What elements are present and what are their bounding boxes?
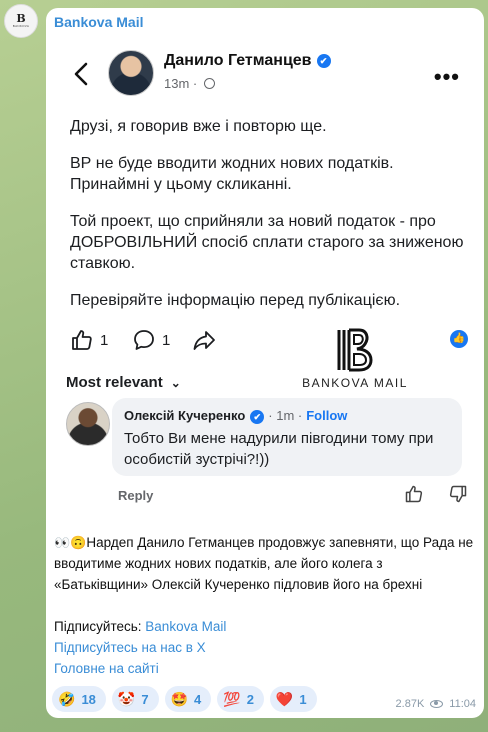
reaction-count: 18 [81, 691, 96, 707]
reaction-chip-heart[interactable]: ❤️ 1 [269, 686, 317, 712]
post-paragraph: Той проект, що сприйняли за новий подато… [70, 213, 464, 272]
bankova-logo-icon [300, 328, 410, 372]
like-action: 1 [70, 328, 108, 352]
eye-icon [430, 700, 444, 708]
channel-avatar-text: BANKOVA [12, 24, 30, 28]
like-reaction-badge-icon: 👍 [450, 330, 468, 348]
bankova-mail-watermark: BANKOVA MAIL [300, 328, 410, 390]
message-meta: 2.87K 11:04 [396, 698, 476, 710]
star-struck-emoji-icon: 🤩 [170, 690, 189, 707]
globe-icon [203, 78, 215, 89]
comment-header: Олексій Кучеренко ✔ · 1m · Follow [124, 408, 347, 424]
x-subscribe-link[interactable]: Підписуйтесь на нас в Х [54, 637, 226, 658]
verified-badge-icon: ✔ [250, 409, 265, 424]
reaction-chip-rofl[interactable]: 🤣 18 [52, 686, 106, 712]
reaction-count: 4 [194, 691, 202, 707]
back-arrow-icon [74, 62, 88, 86]
post-reactions-bar: 1 1 👍 [70, 326, 470, 356]
message-links: Підписуйтесь: Bankova Mail Підписуйтесь … [54, 616, 226, 679]
sort-label-text: Most relevant [66, 374, 163, 391]
post-meta: 13m · [164, 76, 215, 91]
comment-thumbs-down-icon [449, 485, 467, 503]
subscribe-prefix: Підписуйтесь: [54, 619, 146, 634]
follow-link: Follow [306, 408, 348, 423]
reaction-count: 7 [141, 691, 149, 707]
subscribe-line: Підписуйтесь: Bankova Mail [54, 616, 226, 637]
message-time: 11:04 [449, 698, 476, 710]
hundred-emoji-icon: 💯 [223, 690, 241, 707]
comment-count: 1 [162, 331, 171, 349]
reaction-chip-star-struck[interactable]: 🤩 4 [164, 686, 212, 712]
share-action [192, 328, 216, 352]
channel-avatar-mark: B [16, 12, 26, 25]
post-paragraph: Друзі, я говорив вже і повторю ще. [70, 118, 327, 135]
reaction-chip-clown[interactable]: 🤡 7 [111, 686, 159, 712]
post-paragraph: ВР не буде вводити жодних нових податків… [70, 155, 394, 193]
reply-label: Reply [118, 488, 154, 503]
channel-name[interactable]: Bankova Mail [54, 14, 143, 30]
site-link[interactable]: Головне на сайті [54, 658, 226, 679]
reaction-count: 1 [299, 691, 307, 707]
view-count: 2.87K [395, 698, 425, 710]
comment-time: · 1m · [268, 408, 303, 423]
clown-emoji-icon: 🤡 [117, 690, 136, 707]
comment-sort-label: Most relevant ⌄ [66, 374, 181, 391]
heart-emoji-icon: ❤️ [275, 690, 294, 707]
message-reactions: 🤣 18 🤡 7 🤩 4 💯 2 ❤️ 1 [52, 686, 317, 712]
rofl-emoji-icon: 🤣 [58, 690, 76, 707]
author-avatar [108, 50, 154, 96]
watermark-text: BANKOVA MAIL [302, 376, 408, 390]
thumbs-up-icon [72, 330, 92, 350]
message-caption: 👀🙃Нардеп Данило Гетманцев продовжує запе… [54, 532, 478, 595]
comment-thumbs-up-icon [405, 485, 423, 503]
post-time: 13m [164, 76, 190, 91]
author-name-text: Данило Гетманцев [164, 52, 312, 69]
like-count: 1 [100, 331, 109, 349]
channel-avatar[interactable]: B BANKOVA [4, 4, 38, 38]
comment-bubble: Олексій Кучеренко ✔ · 1m · Follow Тобто Ви … [112, 398, 462, 476]
share-arrow-icon [193, 331, 215, 350]
caption-emoji: 👀🙃 [54, 535, 87, 550]
message-bubble: Bankova Mail Данило Гетманцев ✔ 13m · •••… [46, 8, 484, 718]
caption-text: Нардеп Данило Гетманцев продовжує запевн… [54, 535, 474, 592]
author-name: Данило Гетманцев ✔ [164, 52, 331, 70]
subscribe-link[interactable]: Bankova Mail [145, 619, 226, 634]
commenter-avatar [66, 402, 110, 446]
more-options-icon: ••• [433, 64, 460, 89]
verified-badge-icon: ✔ [316, 53, 331, 68]
comment-text: Тобто Ви мене надурили півгодини тому пр… [124, 430, 434, 468]
post-paragraph: Перевіряйте інформацію перед публікацією… [70, 292, 401, 309]
post-body: Друзі, я говорив вже і повторю ще. ВР не… [70, 116, 470, 327]
reaction-count: 2 [246, 691, 254, 707]
comment-action: 1 [132, 328, 170, 352]
reaction-chip-hundred[interactable]: 💯 2 [217, 686, 264, 712]
embedded-post-screenshot: Данило Гетманцев ✔ 13m · ••• Друзі, я гов… [52, 38, 478, 522]
commenter-name: Олексій Кучеренко [124, 408, 246, 423]
comment-bubble-icon [134, 330, 154, 350]
chevron-down-icon: ⌄ [170, 376, 181, 390]
